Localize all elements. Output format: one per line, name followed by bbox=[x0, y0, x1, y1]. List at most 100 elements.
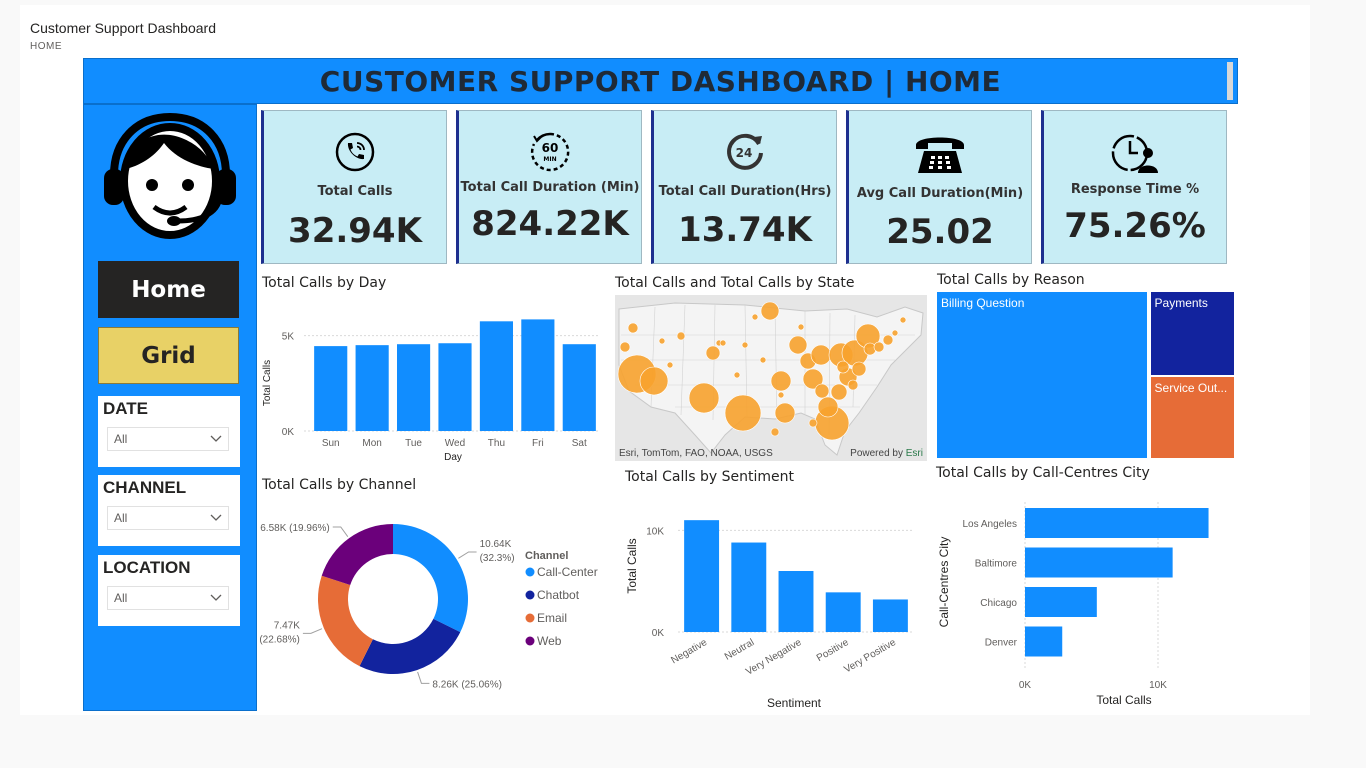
legend-marker bbox=[525, 567, 535, 577]
y-axis-title: Total Calls bbox=[625, 538, 639, 593]
state-bubble bbox=[817, 396, 839, 418]
donut-slice bbox=[321, 524, 393, 586]
state-bubble bbox=[658, 337, 666, 345]
map-powered-by: Powered by Esri bbox=[850, 448, 923, 459]
scrollbar[interactable] bbox=[1227, 62, 1233, 100]
kpi-card-response-time[interactable]: Response Time % 75.26% bbox=[1041, 110, 1227, 264]
esri-brand: Esri bbox=[905, 448, 923, 459]
y-tick-label: 0K bbox=[652, 628, 665, 639]
x-axis-title: Sentiment bbox=[767, 696, 822, 710]
legend-title: Channel bbox=[525, 550, 568, 562]
state-bubble bbox=[836, 360, 850, 374]
kpi-value: 25.02 bbox=[886, 212, 994, 252]
bar bbox=[731, 542, 767, 632]
x-tick-label: Positive bbox=[815, 637, 851, 664]
kpi-label: Avg Call Duration(Min) bbox=[856, 186, 1024, 201]
date-slicer: DATE All bbox=[98, 396, 240, 467]
header-banner: CUSTOMER SUPPORT DASHBOARD | HOME bbox=[83, 58, 1238, 104]
slicer-title: CHANNEL bbox=[103, 478, 187, 497]
breadcrumb[interactable]: HOME bbox=[30, 41, 62, 52]
kpi-card-total-calls[interactable]: Total Calls 32.94K bbox=[261, 110, 447, 264]
svg-text:60: 60 bbox=[542, 141, 559, 155]
chevron-down-icon bbox=[210, 594, 222, 601]
kpi-card-avg-call-duration[interactable]: Avg Call Duration(Min) 25.02 bbox=[846, 110, 1032, 264]
home-button[interactable]: Home bbox=[98, 261, 239, 318]
data-label: (22.68%) bbox=[259, 634, 300, 645]
state-bubble bbox=[719, 339, 727, 347]
state-bubble bbox=[847, 379, 859, 391]
y-tick-label: 0K bbox=[282, 427, 295, 438]
slicer-title: DATE bbox=[103, 399, 149, 418]
donut-slice bbox=[359, 618, 461, 674]
bar bbox=[1025, 508, 1209, 538]
legend-item: Chatbot bbox=[537, 588, 580, 602]
calls-by-sentiment-title: Total Calls by Sentiment bbox=[625, 469, 795, 485]
kpi-card-call-duration-min[interactable]: 60 MIN Total Call Duration (Min) 824.22K bbox=[456, 110, 642, 264]
kpi-value: 75.26% bbox=[1064, 206, 1206, 246]
dropdown-value: All bbox=[114, 511, 128, 525]
location-slicer: LOCATION All bbox=[98, 555, 240, 626]
channel-dropdown[interactable]: All bbox=[107, 506, 229, 530]
sidebar: Home Grid DATE All CHANNEL All LOCATION … bbox=[83, 104, 257, 711]
x-tick-label: 10K bbox=[1149, 680, 1167, 691]
x-tick-label: Tue bbox=[405, 438, 422, 449]
treemap-label: Payments bbox=[1154, 296, 1208, 310]
y-axis-title: Total Calls bbox=[262, 360, 273, 406]
leader-line bbox=[302, 628, 323, 634]
state-bubble bbox=[751, 313, 759, 321]
location-dropdown[interactable]: All bbox=[107, 586, 229, 610]
data-label: 6.58K (19.96%) bbox=[260, 523, 330, 534]
kpi-value: 13.74K bbox=[678, 210, 812, 250]
calls-by-city-chart[interactable]: 0K 10K Los Angeles Baltimore Chicago Denver To… bbox=[932, 488, 1232, 710]
calls-by-channel-chart[interactable]: 10.64K (32.3%) 8.26K (25.06%) 7.47K (22.68%)… bbox=[258, 500, 608, 700]
grid-button[interactable]: Grid bbox=[98, 327, 239, 384]
state-bubble bbox=[733, 371, 741, 379]
state-bubble bbox=[777, 391, 785, 399]
bar bbox=[684, 520, 720, 632]
state-bubble bbox=[891, 329, 899, 337]
x-tick-label: Sat bbox=[572, 438, 587, 449]
x-tick-label: Thu bbox=[488, 438, 505, 449]
state-bubble bbox=[873, 341, 885, 353]
map-powered-by-prefix: Powered by bbox=[850, 448, 906, 459]
x-tick-label: Mon bbox=[362, 438, 381, 449]
date-dropdown[interactable]: All bbox=[107, 427, 229, 451]
state-bubble bbox=[774, 402, 796, 424]
bar bbox=[355, 345, 389, 431]
x-tick-label: Neutral bbox=[723, 637, 756, 663]
treemap-cell[interactable]: Billing Question bbox=[937, 292, 1147, 458]
kpi-label: Total Calls bbox=[317, 184, 393, 199]
calls-by-day-chart[interactable]: 0K 5K Sun Mon Tue Wed Thu Fri Sat Day Total Calls bbox=[258, 295, 608, 470]
calls-by-state-title: Total Calls and Total Calls by State bbox=[615, 275, 855, 291]
kpi-value: 824.22K bbox=[471, 204, 629, 244]
bar bbox=[1025, 587, 1097, 617]
x-tick-label: Wed bbox=[445, 438, 465, 449]
bar bbox=[438, 343, 472, 431]
y-tick-label: 10K bbox=[646, 526, 664, 537]
bar bbox=[1025, 547, 1173, 578]
kpi-card-call-duration-hrs[interactable]: 24 Total Call Duration(Hrs) 13.74K bbox=[651, 110, 837, 264]
svg-text:24: 24 bbox=[736, 146, 753, 160]
y-axis-title: Call-Centres City bbox=[937, 537, 951, 628]
calls-by-state-map[interactable]: Esri, TomTom, FAO, NOAA, USGS Powered by… bbox=[615, 295, 927, 461]
x-tick-label: Very Positive bbox=[842, 637, 898, 676]
x-axis-title: Day bbox=[444, 452, 462, 463]
y-tick-label: Denver bbox=[985, 638, 1018, 649]
calls-by-reason-treemap[interactable]: Billing Question Payments Service Out... bbox=[937, 292, 1234, 458]
calls-by-sentiment-chart[interactable]: 0K10KNegative NeutralVery Negative Positiv… bbox=[620, 490, 920, 712]
donut-slice bbox=[318, 575, 373, 667]
treemap-cell[interactable]: Payments bbox=[1150, 292, 1234, 376]
kpi-label: Response Time % bbox=[1070, 182, 1200, 197]
chevron-down-icon bbox=[210, 435, 222, 442]
bar bbox=[825, 592, 861, 632]
legend-item: Email bbox=[537, 611, 567, 625]
state-bubble bbox=[770, 370, 792, 392]
clock-person-icon bbox=[1111, 134, 1158, 173]
state-bubble bbox=[724, 394, 762, 432]
treemap-label: Service Out... bbox=[1154, 381, 1228, 396]
bar bbox=[778, 571, 814, 632]
leader-line bbox=[417, 671, 430, 684]
state-bubble bbox=[851, 361, 867, 377]
state-bubble bbox=[797, 323, 805, 331]
treemap-cell[interactable]: Service Out... bbox=[1150, 377, 1234, 458]
